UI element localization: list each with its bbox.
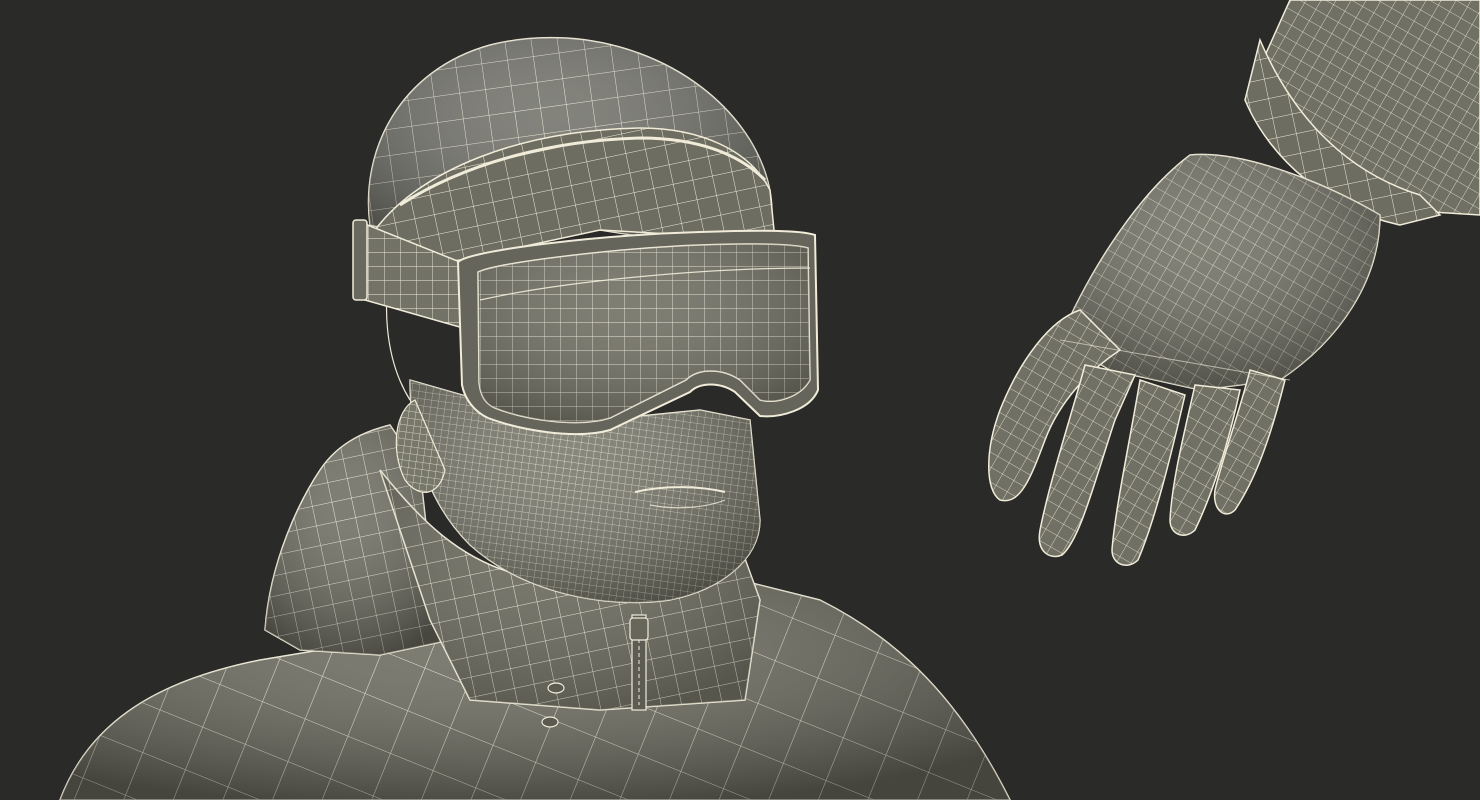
render-viewport [0,0,1480,800]
wireframe-render [59,0,1480,800]
glove [988,0,1480,566]
